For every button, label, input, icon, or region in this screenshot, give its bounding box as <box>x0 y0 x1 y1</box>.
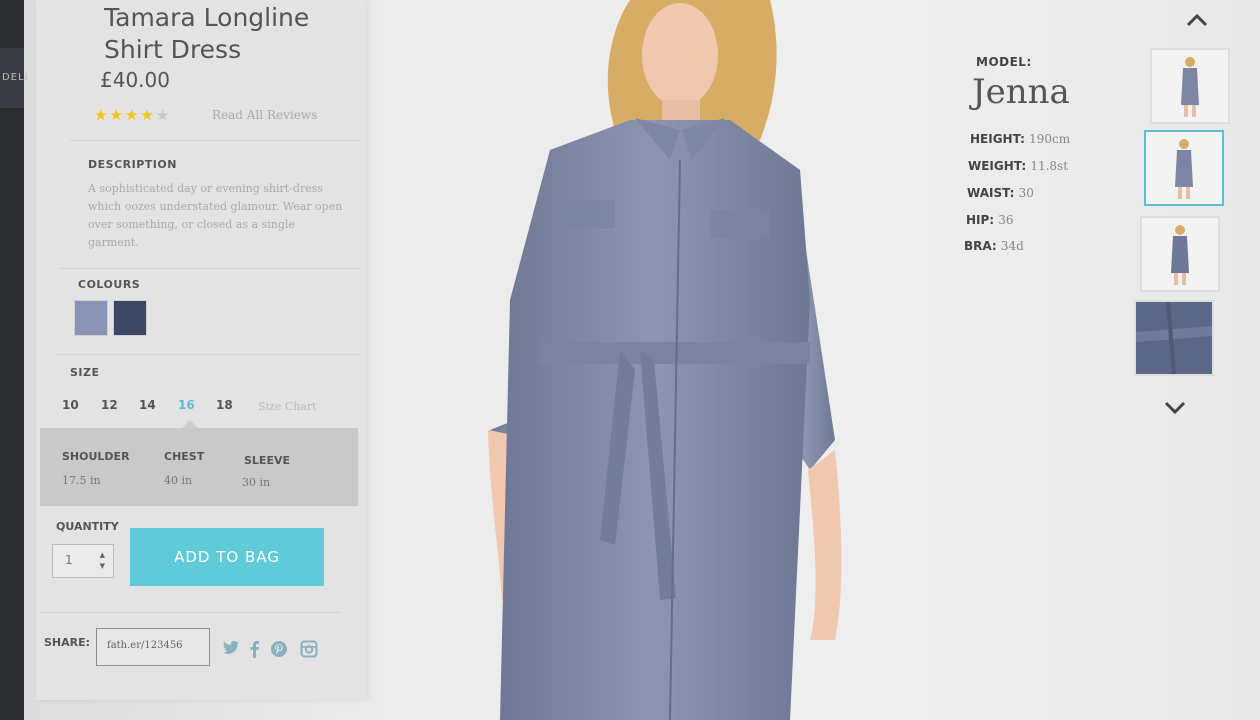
divider <box>70 140 360 141</box>
description-text: A sophisticated day or evening shirt-dre… <box>88 182 343 249</box>
size-option-16[interactable]: 16 <box>178 398 195 412</box>
model-stat-waist: WAIST: 30 <box>967 186 1034 200</box>
divider <box>40 612 340 613</box>
share-url-field[interactable]: fath.er/123456 <box>96 628 210 666</box>
divider <box>56 354 360 355</box>
share-heading: SHARE: <box>44 636 91 649</box>
twitter-icon[interactable] <box>222 640 240 660</box>
description-heading: DESCRIPTION <box>88 158 177 171</box>
stat-value: 190cm <box>1029 132 1071 146</box>
model-name: Jenna <box>972 72 1070 112</box>
measure-label-shoulder: SHOULDER <box>62 450 130 463</box>
size-option-18[interactable]: 18 <box>216 398 233 412</box>
edge-text: DELI <box>2 72 29 83</box>
model-photo <box>488 0 842 720</box>
measure-value-shoulder: 17.5 in <box>62 474 101 487</box>
stepper-up-icon[interactable]: ▲ <box>100 551 105 559</box>
stat-label: HEIGHT: <box>970 132 1025 146</box>
star-icon: ★ <box>109 106 125 124</box>
measure-value-chest: 40 in <box>164 474 193 487</box>
add-to-bag-button[interactable]: ADD TO BAG <box>130 528 324 586</box>
thumbnail-3[interactable] <box>1140 216 1220 292</box>
product-price: £40.00 <box>100 68 170 92</box>
measurements-box <box>40 428 358 506</box>
model-stat-height: HEIGHT: 190cm <box>970 132 1070 146</box>
star-icon: ★ <box>94 106 110 124</box>
colour-swatch-light[interactable] <box>74 300 108 336</box>
stat-value: 34d <box>1000 239 1024 253</box>
size-option-14[interactable]: 14 <box>139 398 156 412</box>
colours-heading: COLOURS <box>78 278 141 291</box>
size-heading: SIZE <box>70 366 100 379</box>
size-option-12[interactable]: 12 <box>101 398 118 412</box>
model-heading: MODEL: <box>976 55 1032 69</box>
quantity-heading: QUANTITY <box>56 520 119 533</box>
size-option-10[interactable]: 10 <box>62 398 79 412</box>
measure-label-sleeve: SLEEVE <box>244 454 290 467</box>
thumbnail-up-arrow-icon[interactable] <box>1186 8 1208 32</box>
facebook-icon[interactable] <box>248 640 260 662</box>
thumbnail-2[interactable] <box>1144 130 1224 206</box>
stat-value: 30 <box>1018 186 1034 200</box>
stat-label: HIP: <box>966 213 995 227</box>
model-stat-hip: HIP: 36 <box>966 213 1014 227</box>
thumbnail-down-arrow-icon[interactable] <box>1164 396 1186 420</box>
model-stat-weight: WEIGHT: 11.8st <box>968 159 1068 173</box>
thumbnail-4[interactable] <box>1134 300 1214 376</box>
star-icon: ★ <box>124 106 141 124</box>
size-chart-link[interactable]: Size Chart <box>258 400 317 413</box>
stat-label: WEIGHT: <box>968 159 1027 173</box>
pinterest-icon[interactable] <box>270 640 288 662</box>
quantity-value: 1 <box>65 553 73 567</box>
size-pointer <box>182 420 198 428</box>
thumbnail-1[interactable] <box>1150 48 1230 124</box>
measure-label-chest: CHEST <box>164 450 205 463</box>
stat-label: BRA: <box>964 239 997 253</box>
rating-stars: ★★★★★ <box>94 106 171 124</box>
measure-value-sleeve: 30 in <box>242 476 271 489</box>
model-stat-bra: BRA: 34d <box>964 239 1024 253</box>
product-panel <box>36 0 366 700</box>
stat-label: WAIST: <box>967 186 1015 200</box>
star-icon: ★ <box>140 106 156 124</box>
product-title: Tamara Longline Shirt Dress <box>104 3 310 64</box>
stepper-down-icon[interactable]: ▼ <box>100 562 105 570</box>
share-url-text: fath.er/123456 <box>107 640 183 651</box>
stat-value: 36 <box>998 213 1014 227</box>
instagram-icon[interactable] <box>300 640 318 662</box>
stat-value: 11.8st <box>1030 159 1069 173</box>
colour-swatch-dark[interactable] <box>113 300 147 336</box>
read-reviews-link[interactable]: Read All Reviews <box>212 108 317 122</box>
quantity-stepper[interactable]: 1 ▲ ▼ <box>52 544 114 578</box>
divider <box>60 268 360 269</box>
star-empty-icon: ★ <box>155 106 172 124</box>
